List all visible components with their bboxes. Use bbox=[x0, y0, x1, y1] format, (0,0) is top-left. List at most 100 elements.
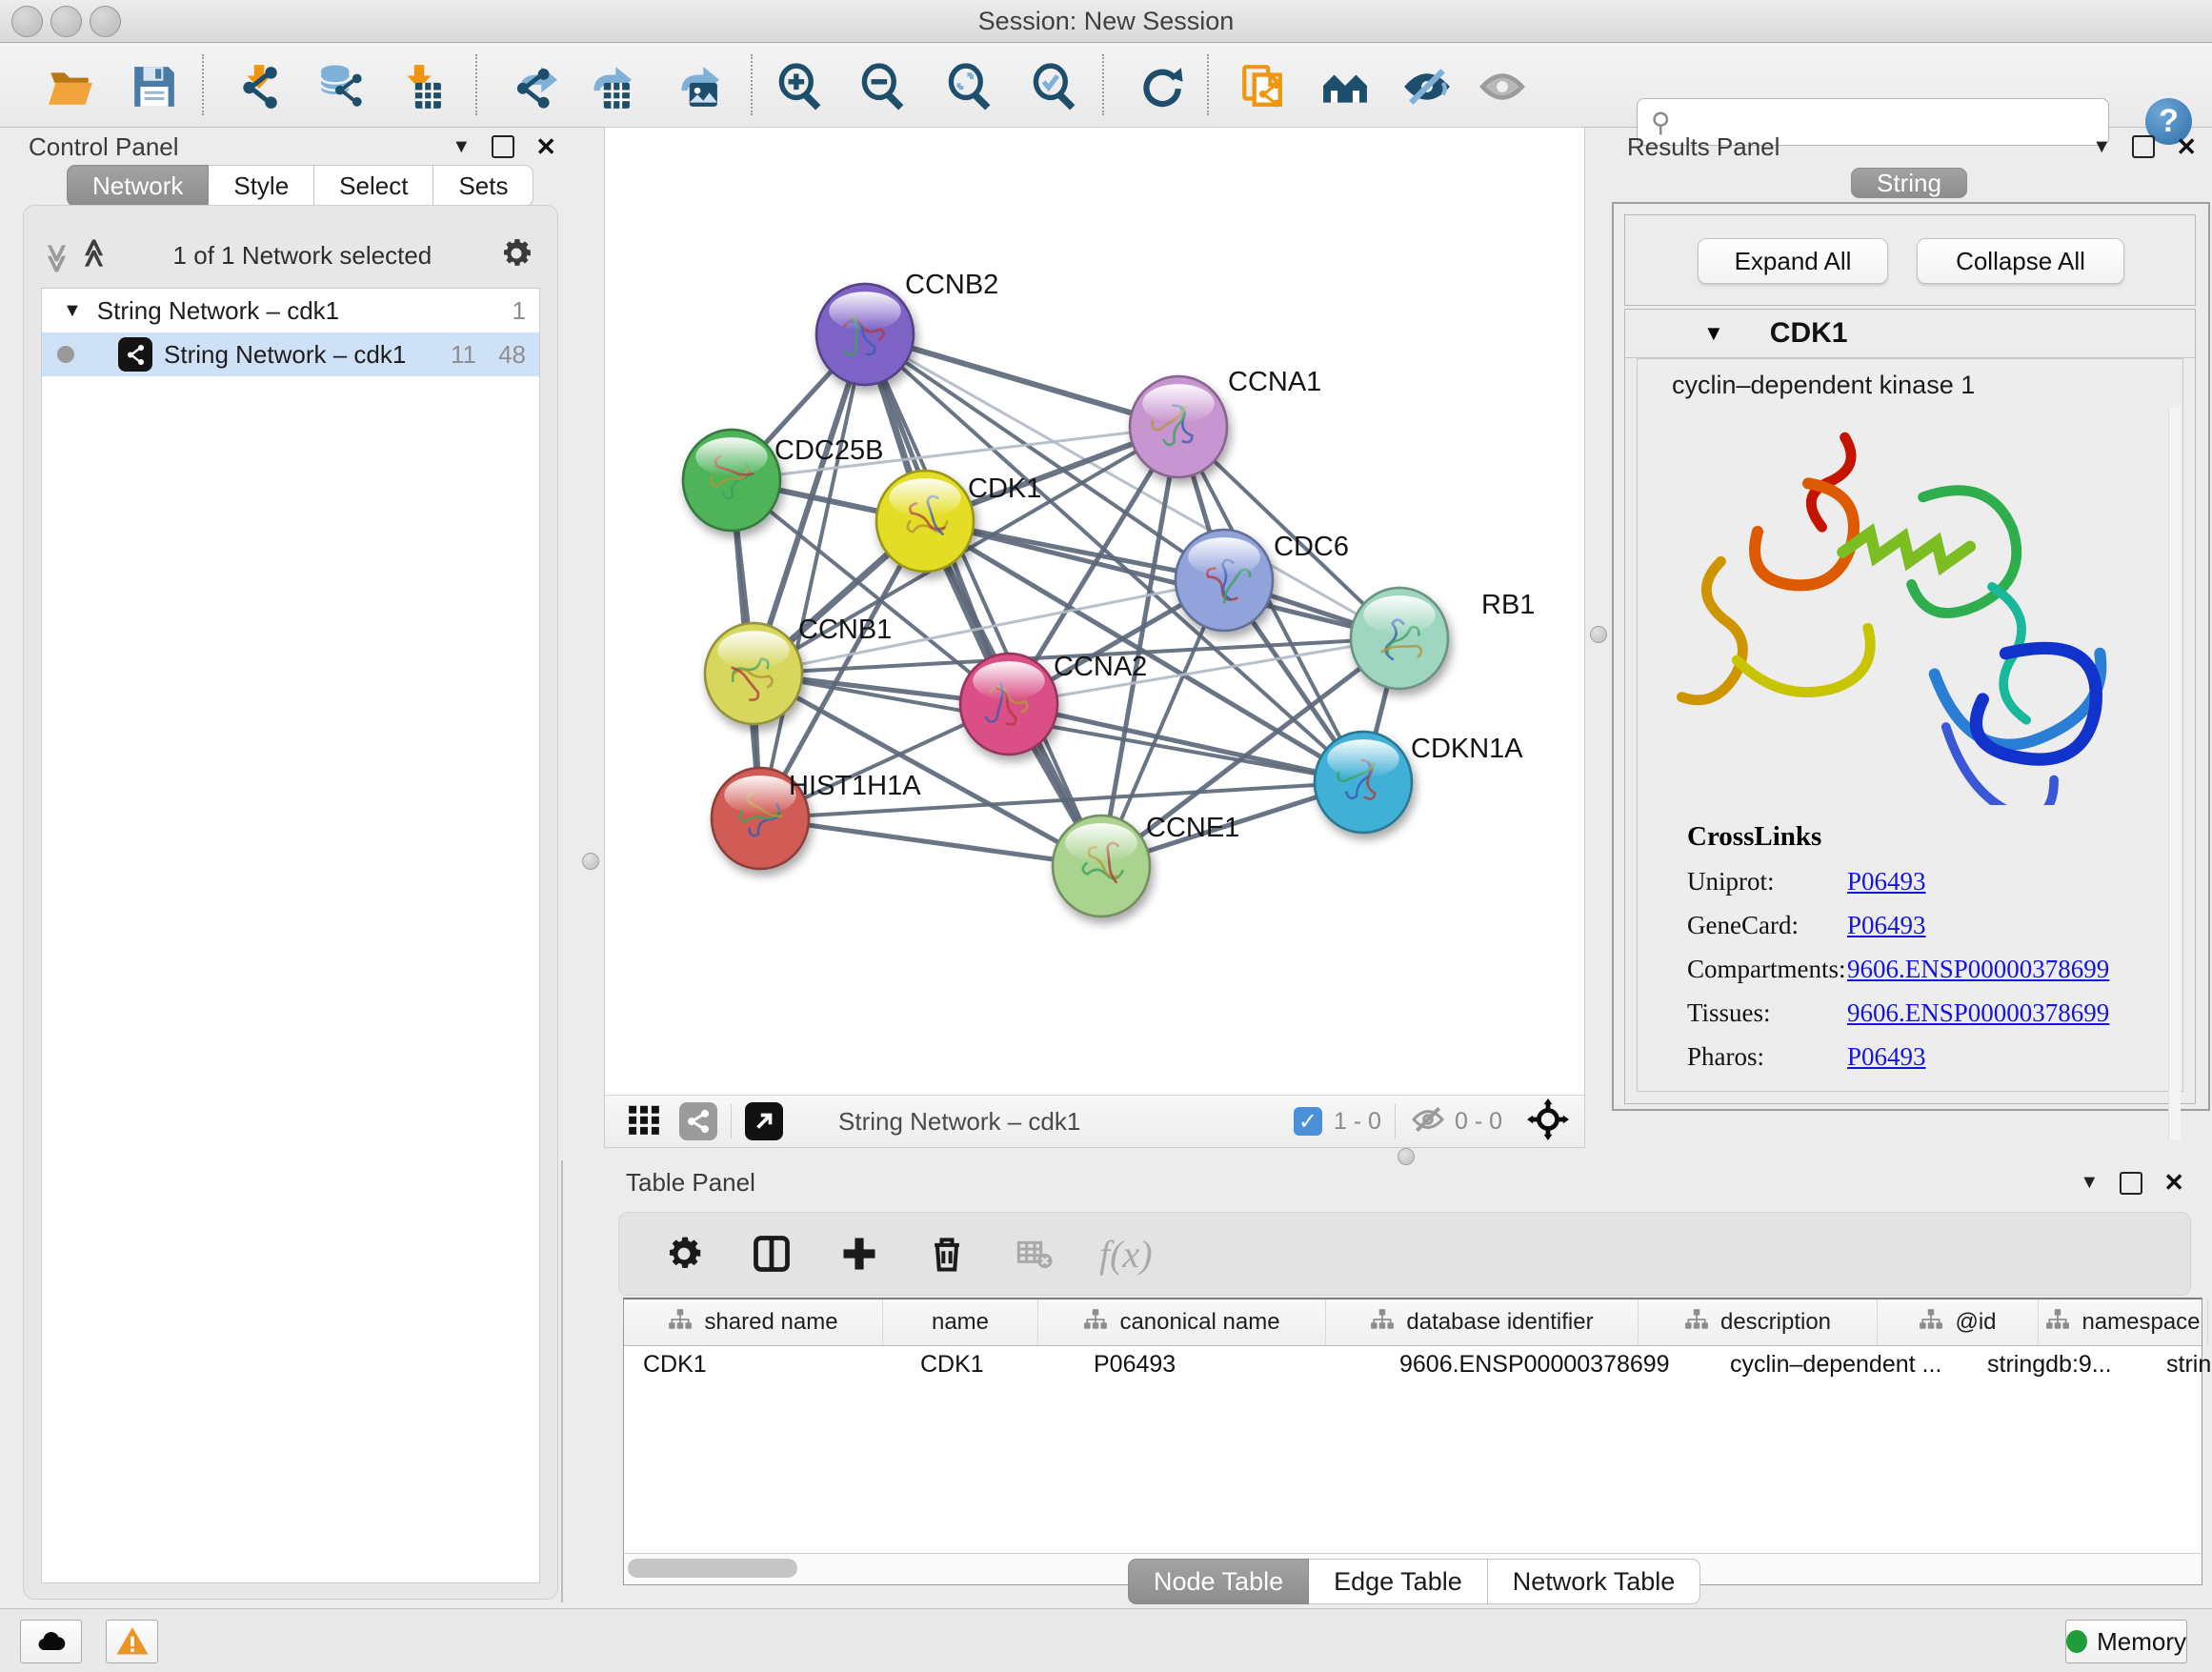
float-results-icon[interactable]: ▼ bbox=[2092, 136, 2111, 158]
selected-checkbox-icon[interactable]: ✓ bbox=[1294, 1107, 1322, 1136]
column-header-canonical-name[interactable]: canonical name bbox=[1038, 1299, 1326, 1345]
expand-all-icon[interactable]: ≫ bbox=[78, 243, 111, 267]
close-results-icon[interactable]: ✕ bbox=[2176, 132, 2197, 162]
collapse-all-icon[interactable]: ≫ bbox=[40, 243, 73, 267]
right-splitter-handle[interactable] bbox=[1590, 626, 1607, 643]
birdseye-grid-icon[interactable] bbox=[626, 1101, 662, 1142]
close-table-panel-icon[interactable]: ✕ bbox=[2163, 1168, 2184, 1198]
cloud-button[interactable] bbox=[20, 1620, 82, 1663]
zoom-fit-icon bbox=[946, 63, 994, 111]
open-file-button[interactable] bbox=[44, 60, 97, 113]
first-neighbors-button[interactable] bbox=[1318, 60, 1372, 113]
network-tree-row[interactable]: ▼String Network – cdk1 1 bbox=[42, 289, 539, 332]
scrollbar-thumb[interactable] bbox=[628, 1559, 797, 1578]
node-table[interactable]: shared namenamecanonical namedatabase id… bbox=[623, 1298, 2202, 1556]
network-tree-row[interactable]: String Network – cdk1 1148 bbox=[42, 332, 539, 376]
memory-button[interactable]: Memory bbox=[2065, 1620, 2187, 1663]
maximize-table-panel-icon[interactable] bbox=[2120, 1172, 2142, 1195]
node-CDKN1A[interactable] bbox=[1315, 732, 1412, 833]
float-panel-icon[interactable]: ▼ bbox=[452, 136, 471, 158]
table-options-gear-icon[interactable] bbox=[661, 1231, 707, 1277]
column-header-description[interactable]: description bbox=[1639, 1299, 1878, 1345]
protein-name: CDK1 bbox=[1770, 317, 1848, 350]
tab-sets[interactable]: Sets bbox=[433, 165, 533, 207]
crosslink-link[interactable]: P06493 bbox=[1847, 911, 1926, 940]
export-image-button[interactable] bbox=[669, 60, 722, 113]
network-share-icon[interactable] bbox=[679, 1102, 717, 1140]
node-CCNB2[interactable] bbox=[816, 284, 914, 385]
edge-CCNA2-CDKN1A[interactable] bbox=[1009, 704, 1363, 782]
minimize-window-button[interactable] bbox=[50, 6, 82, 37]
collapse-caret-icon[interactable]: ▼ bbox=[1703, 321, 1724, 346]
zoom-out-button[interactable] bbox=[856, 60, 910, 113]
node-CCNA2[interactable] bbox=[960, 654, 1057, 755]
tab-network-table[interactable]: Network Table bbox=[1488, 1559, 1701, 1604]
zoom-in-button[interactable] bbox=[774, 60, 827, 113]
pan-crosshair-icon[interactable] bbox=[1527, 1098, 1569, 1145]
maximize-panel-icon[interactable] bbox=[492, 135, 514, 158]
node-CCNE1[interactable] bbox=[1053, 816, 1150, 917]
column-header-shared-name[interactable]: shared name bbox=[624, 1299, 883, 1345]
crosslink-link[interactable]: P06493 bbox=[1847, 867, 1926, 896]
column-header-database-identifier[interactable]: database identifier bbox=[1326, 1299, 1639, 1345]
show-all-button[interactable] bbox=[1476, 60, 1529, 113]
column-label: description bbox=[1720, 1309, 1831, 1336]
delete-column-icon[interactable] bbox=[924, 1231, 970, 1277]
tab-node-table[interactable]: Node Table bbox=[1128, 1559, 1309, 1604]
import-network-from-file-button[interactable] bbox=[232, 60, 286, 113]
table-row[interactable]: CDK1CDK1P064939606.ENSP00000378699cyclin… bbox=[624, 1346, 2202, 1382]
open-in-window-icon[interactable] bbox=[745, 1102, 783, 1140]
node-CCNA1[interactable] bbox=[1130, 376, 1227, 477]
crosslink-label: Uniprot: bbox=[1687, 867, 1847, 896]
export-network-button[interactable] bbox=[507, 60, 560, 113]
close-window-button[interactable] bbox=[11, 6, 43, 37]
tab-edge-table[interactable]: Edge Table bbox=[1309, 1559, 1488, 1604]
crosslink-link[interactable]: 9606.ENSP00000378699 bbox=[1847, 955, 2109, 984]
protein-section-header[interactable]: ▼ CDK1 bbox=[1625, 310, 2195, 358]
expand-all-button[interactable]: Expand All bbox=[1698, 238, 1888, 284]
clone-network-button[interactable] bbox=[1236, 60, 1289, 113]
close-panel-icon[interactable]: ✕ bbox=[535, 132, 556, 162]
zoom-selected-button[interactable] bbox=[1028, 60, 1081, 113]
bottom-splitter-handle[interactable] bbox=[1398, 1148, 1415, 1165]
node-CDC6[interactable] bbox=[1176, 530, 1273, 631]
node-CDC25B[interactable] bbox=[683, 430, 780, 531]
node-CCNB1[interactable] bbox=[705, 623, 802, 724]
warning-button[interactable] bbox=[106, 1620, 158, 1663]
network-canvas[interactable]: CCNB2 CCNA1 CDC25B CDK1 CDC6 RB1 CCNB1 bbox=[604, 127, 1585, 1096]
crosslink-link[interactable]: 9606.ENSP00000378699 bbox=[1847, 998, 2109, 1028]
network-graph[interactable]: CCNB2 CCNA1 CDC25B CDK1 CDC6 RB1 CCNB1 bbox=[605, 128, 1584, 1095]
column-header-namespace[interactable]: namespace bbox=[2039, 1299, 2208, 1345]
refresh-layout-button[interactable] bbox=[1134, 60, 1187, 113]
collapse-all-button[interactable]: Collapse All bbox=[1917, 238, 2124, 284]
add-column-icon[interactable] bbox=[836, 1231, 882, 1277]
tab-network[interactable]: Network bbox=[67, 165, 209, 207]
zoom-fit-button[interactable] bbox=[943, 60, 996, 113]
network-title: String Network – cdk1 bbox=[838, 1107, 1080, 1137]
save-session-button[interactable] bbox=[128, 60, 181, 113]
maximize-results-icon[interactable] bbox=[2132, 135, 2155, 158]
results-scrollbar[interactable] bbox=[2168, 408, 2181, 1139]
node-CDK1[interactable] bbox=[876, 471, 974, 572]
export-table-button[interactable] bbox=[581, 60, 634, 113]
protein-structure-image bbox=[1657, 414, 2171, 805]
hide-selected-button[interactable] bbox=[1400, 60, 1454, 113]
tab-select[interactable]: Select bbox=[314, 165, 433, 207]
shared-column-icon bbox=[1684, 1307, 1709, 1339]
float-table-panel-icon[interactable]: ▼ bbox=[2080, 1172, 2099, 1194]
tab-style[interactable]: Style bbox=[209, 165, 314, 207]
table-cell: cyclin–dependent ... bbox=[1711, 1346, 1968, 1382]
node-RB1[interactable] bbox=[1351, 588, 1448, 689]
maximize-window-button[interactable] bbox=[90, 6, 121, 37]
tab-string[interactable]: String bbox=[1851, 168, 1967, 198]
tree-expander-icon[interactable]: ▼ bbox=[63, 300, 82, 322]
crosslink-link[interactable]: P06493 bbox=[1847, 1042, 1926, 1072]
column-header-name[interactable]: name bbox=[883, 1299, 1038, 1345]
left-splitter-handle[interactable] bbox=[582, 853, 599, 870]
column-header--id[interactable]: @id bbox=[1878, 1299, 2039, 1345]
network-options-gear-icon[interactable] bbox=[498, 235, 534, 276]
edge-HIST1H1A-CCNE1[interactable] bbox=[760, 818, 1101, 866]
show-columns-icon[interactable] bbox=[749, 1231, 794, 1277]
import-table-button[interactable] bbox=[392, 60, 446, 113]
import-network-from-database-button[interactable] bbox=[314, 60, 368, 113]
